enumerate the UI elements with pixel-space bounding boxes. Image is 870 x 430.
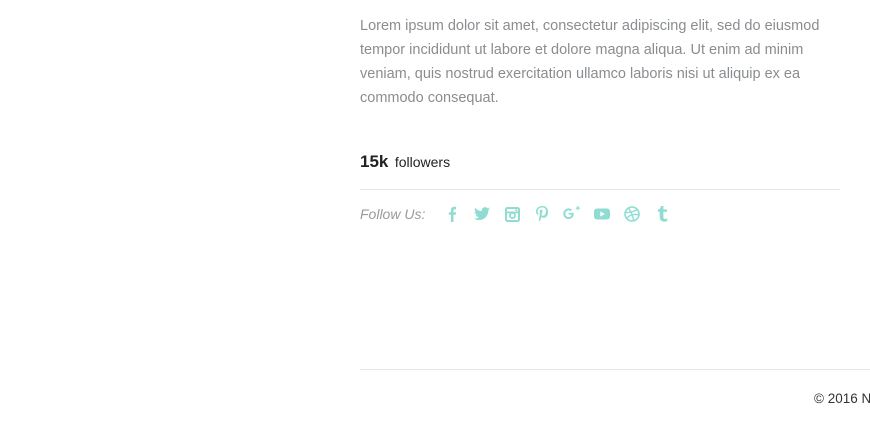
divider [360, 189, 840, 190]
footer-divider [360, 369, 870, 370]
pinterest-icon[interactable] [527, 203, 557, 225]
followers-label: followers [394, 154, 451, 170]
youtube-icon[interactable] [587, 203, 617, 225]
follow-us-label: Follow Us: [360, 206, 426, 222]
twitter-icon[interactable] [467, 203, 497, 225]
copyright-text: © 2016 N [814, 391, 870, 406]
instagram-icon[interactable] [497, 203, 527, 225]
followers-count: 15k [360, 152, 389, 171]
followers-stat: 15k followers [360, 152, 450, 172]
dribbble-icon[interactable] [617, 203, 647, 225]
follow-us-row: Follow Us: [360, 203, 677, 225]
profile-bio: Lorem ipsum dolor sit amet, consectetur … [360, 18, 820, 106]
facebook-icon[interactable] [437, 203, 467, 225]
google-plus-icon[interactable] [557, 203, 587, 225]
tumblr-icon[interactable] [647, 203, 677, 225]
